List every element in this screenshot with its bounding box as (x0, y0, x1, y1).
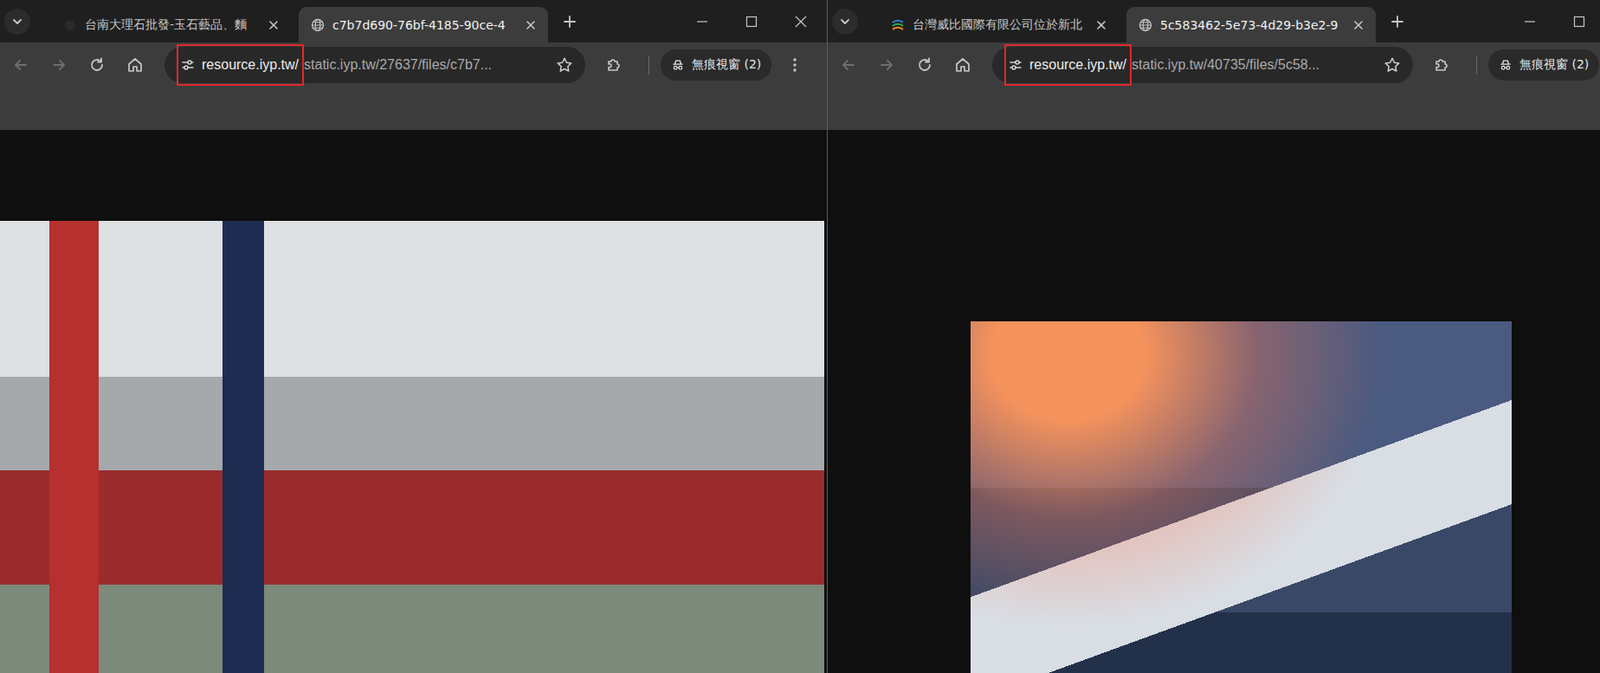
photo (0, 220, 825, 673)
url-host: resource.iyp.tw/ (1029, 57, 1127, 73)
close-tab-icon[interactable] (1092, 16, 1110, 34)
globe-favicon-icon (1138, 18, 1153, 33)
menu-dots-icon[interactable] (780, 50, 810, 80)
browser-window-frame: 台灣威比國際有限公司位於新北 5c583462-5e73-4d29-b3e2-9 r… (827, 0, 1600, 673)
toolbar: resource.iyp.tw/static.iyp.tw/27637/file… (0, 42, 827, 130)
photo (970, 321, 1512, 673)
extensions-puzzle-icon[interactable] (599, 50, 629, 80)
address-bar[interactable]: resource.iyp.tw/static.iyp.tw/27637/file… (164, 46, 586, 84)
toolbar-separator (1476, 55, 1478, 75)
maximize-icon[interactable] (1554, 0, 1600, 43)
back-arrow-icon (6, 50, 36, 80)
logo-favicon-icon (890, 18, 905, 33)
tab[interactable]: 台灣威比國際有限公司位於新北 (878, 6, 1119, 43)
forward-arrow-icon (44, 50, 74, 80)
highlight-box: resource.iyp.tw/ (1004, 44, 1132, 86)
maximize-icon[interactable] (726, 0, 776, 43)
close-window-icon[interactable] (775, 0, 826, 43)
toolbar-row: resource.iyp.tw/static.iyp.tw/27637/file… (0, 42, 827, 88)
incognito-icon (1498, 58, 1513, 72)
url-host: resource.iyp.tw/ (201, 57, 299, 73)
minimize-icon[interactable] (1504, 0, 1555, 43)
toolbar-row: resource.iyp.tw/static.iyp.tw/40735/file… (827, 42, 1600, 88)
tab-label: 5c583462-5e73-4d29-b3e2-9 (1160, 18, 1342, 33)
tab-strip: 台南大理石批發-玉石藝品、麵 c7b7d690-76bf-4185-90ce-4 (0, 0, 827, 43)
incognito-profile-button[interactable]: 無痕視窗 (2) (660, 49, 772, 81)
globe-favicon-icon (310, 18, 325, 33)
home-icon[interactable] (120, 50, 150, 80)
close-tab-icon[interactable] (1349, 16, 1368, 34)
incognito-profile-button[interactable]: 無痕視窗 (2) (1488, 49, 1600, 81)
highlight-box: resource.iyp.tw/ (176, 44, 304, 86)
reload-icon[interactable] (82, 50, 112, 80)
incognito-label: 無痕視窗 (2) (1519, 57, 1589, 73)
tab[interactable]: c7b7d690-76bf-4185-90ce-4 (298, 6, 549, 43)
tab-search-icon[interactable] (4, 8, 31, 35)
tab-label: 台灣威比國際有限公司位於新北 (912, 17, 1085, 33)
tab-search-icon[interactable] (832, 8, 859, 35)
tab-list: 台灣威比國際有限公司位於新北 5c583462-5e73-4d29-b3e2-9 (878, 6, 1376, 43)
browser-window: 台灣威比國際有限公司位於新北 5c583462-5e73-4d29-b3e2-9 r… (827, 0, 1600, 673)
toolbar: resource.iyp.tw/static.iyp.tw/40735/file… (827, 42, 1600, 130)
incognito-icon (670, 58, 685, 72)
site-info-icon[interactable] (180, 58, 195, 72)
close-tab-icon[interactable] (264, 16, 283, 34)
url-path: static.iyp.tw/27637/files/c7b7... (303, 57, 555, 73)
new-tab-icon[interactable] (1384, 8, 1411, 35)
page-content (827, 129, 1600, 673)
url-path: static.iyp.tw/40735/files/5c58... (1131, 57, 1382, 73)
extensions-puzzle-icon[interactable] (1426, 50, 1457, 80)
new-tab-icon[interactable] (556, 8, 583, 35)
tab-strip: 台灣威比國際有限公司位於新北 5c583462-5e73-4d29-b3e2-9 (827, 0, 1600, 43)
tab[interactable]: 台南大理石批發-玉石藝品、麵 (51, 6, 291, 43)
reload-icon[interactable] (909, 50, 940, 80)
home-icon[interactable] (948, 50, 978, 80)
page-content (0, 129, 827, 673)
browser-window: 台南大理石批發-玉石藝品、麵 c7b7d690-76bf-4185-90ce-4 r… (0, 0, 827, 673)
bookmark-star-icon[interactable] (554, 54, 575, 76)
minimize-icon[interactable] (677, 0, 727, 43)
toolbar-separator (648, 55, 650, 75)
browser-window-frame: 台南大理石批發-玉石藝品、麵 c7b7d690-76bf-4185-90ce-4 r… (0, 0, 827, 673)
incognito-label: 無痕視窗 (2) (691, 57, 762, 73)
site-info-icon[interactable] (1008, 58, 1023, 72)
window-controls (1504, 0, 1600, 43)
blank-favicon-icon (63, 18, 78, 33)
address-bar[interactable]: resource.iyp.tw/static.iyp.tw/40735/file… (992, 46, 1413, 84)
forward-arrow-icon (871, 50, 902, 80)
window-controls (677, 0, 826, 43)
back-arrow-icon (833, 50, 864, 80)
tab[interactable]: 5c583462-5e73-4d29-b3e2-9 (1126, 6, 1376, 43)
tab-label: c7b7d690-76bf-4185-90ce-4 (332, 18, 515, 33)
bookmark-star-icon[interactable] (1381, 54, 1403, 76)
tab-label: 台南大理石批發-玉石藝品、麵 (84, 17, 258, 33)
close-tab-icon[interactable] (522, 16, 540, 34)
tab-list: 台南大理石批發-玉石藝品、麵 c7b7d690-76bf-4185-90ce-4 (51, 6, 549, 43)
